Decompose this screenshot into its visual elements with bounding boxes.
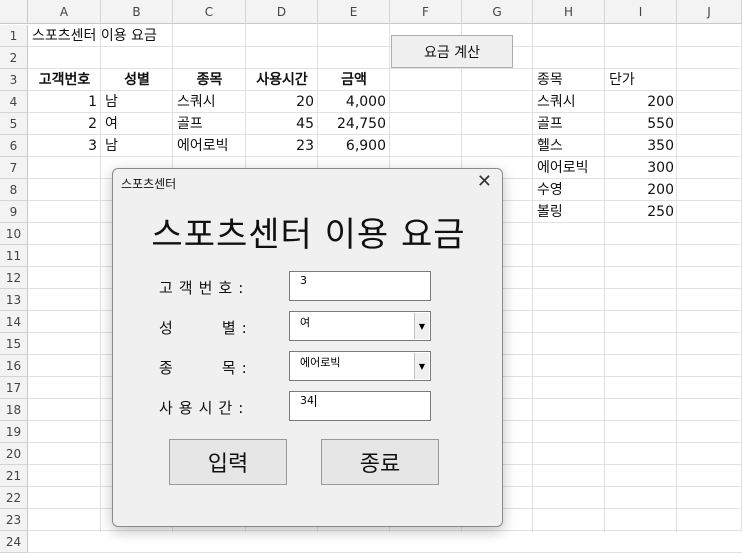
- row-header-15[interactable]: 15: [0, 333, 28, 355]
- header-amount[interactable]: 금액: [318, 69, 390, 91]
- price-sport-4[interactable]: 에어로빅: [533, 157, 605, 179]
- column-header-j[interactable]: J: [677, 0, 742, 24]
- gridline-horizontal: [28, 530, 742, 531]
- row-header-2[interactable]: 2: [0, 47, 28, 69]
- record-1-customer-no[interactable]: 1: [28, 91, 101, 113]
- exit-button[interactable]: 종료: [321, 439, 439, 485]
- column-header-h[interactable]: H: [533, 0, 605, 24]
- select-all-corner[interactable]: [0, 0, 28, 24]
- column-header-c[interactable]: C: [173, 0, 246, 24]
- record-2-amount[interactable]: 24,750: [318, 113, 390, 135]
- price-value-2[interactable]: 550: [605, 113, 678, 135]
- row-header-19[interactable]: 19: [0, 421, 28, 443]
- column-header-b[interactable]: B: [101, 0, 173, 24]
- row-header-22[interactable]: 22: [0, 487, 28, 509]
- row-header-10[interactable]: 10: [0, 223, 28, 245]
- record-3-customer-no[interactable]: 3: [28, 135, 101, 157]
- row-header-18[interactable]: 18: [0, 399, 28, 421]
- row-header-4[interactable]: 4: [0, 91, 28, 113]
- column-header-f[interactable]: F: [390, 0, 462, 24]
- row-header-8[interactable]: 8: [0, 179, 28, 201]
- column-header-a[interactable]: A: [28, 0, 101, 24]
- header-sport[interactable]: 종목: [173, 69, 246, 91]
- record-2-customer-no[interactable]: 2: [28, 113, 101, 135]
- row-header-13[interactable]: 13: [0, 289, 28, 311]
- record-2-usage-time[interactable]: 45: [246, 113, 318, 135]
- close-icon[interactable]: ✕: [477, 171, 492, 192]
- label-usage-time: 사용시간:: [159, 399, 250, 417]
- customer-no-input[interactable]: 3: [289, 271, 431, 301]
- header-gender[interactable]: 성별: [101, 69, 173, 91]
- row-header-7[interactable]: 7: [0, 157, 28, 179]
- column-header-d[interactable]: D: [246, 0, 318, 24]
- row-header-24[interactable]: 24: [0, 531, 28, 553]
- record-1-sport[interactable]: 스쿼시: [173, 91, 246, 113]
- price-sport-3[interactable]: 헬스: [533, 135, 605, 157]
- header-customer-no[interactable]: 고객번호: [28, 69, 101, 91]
- row-header-20[interactable]: 20: [0, 443, 28, 465]
- row-header-21[interactable]: 21: [0, 465, 28, 487]
- row-header-6[interactable]: 6: [0, 135, 28, 157]
- gender-value: 여: [300, 316, 311, 329]
- column-header-e[interactable]: E: [318, 0, 390, 24]
- dialog-heading: 스포츠센터 이용 요금: [151, 215, 466, 255]
- record-1-amount[interactable]: 4,000: [318, 91, 390, 113]
- record-2-gender[interactable]: 여: [101, 113, 173, 135]
- customer-no-value: 3: [300, 274, 307, 287]
- record-2-sport[interactable]: 골프: [173, 113, 246, 135]
- price-header-unit-price[interactable]: 단가: [605, 69, 677, 91]
- sport-combobox[interactable]: 에어로빅 ▼: [289, 351, 431, 381]
- row-header-1[interactable]: 1: [0, 25, 28, 47]
- price-value-6[interactable]: 250: [605, 201, 678, 223]
- price-value-1[interactable]: 200: [605, 91, 678, 113]
- header-usage-time[interactable]: 사용시간: [246, 69, 318, 91]
- text-caret: [315, 395, 316, 407]
- price-value-4[interactable]: 300: [605, 157, 678, 179]
- price-sport-6[interactable]: 볼링: [533, 201, 605, 223]
- record-1-usage-time[interactable]: 20: [246, 91, 318, 113]
- label-gender: 성 별:: [159, 319, 253, 337]
- chevron-down-icon: ▼: [418, 321, 426, 331]
- row-header-12[interactable]: 12: [0, 267, 28, 289]
- sport-value: 에어로빅: [300, 356, 341, 369]
- row-header-5[interactable]: 5: [0, 113, 28, 135]
- row-header-16[interactable]: 16: [0, 355, 28, 377]
- sports-center-dialog: 스포츠센터 ✕ 스포츠센터 이용 요금 고객번호: 3 성 별: 여 ▼ 종 목…: [112, 168, 503, 527]
- price-sport-1[interactable]: 스쿼시: [533, 91, 605, 113]
- record-3-gender[interactable]: 남: [101, 135, 173, 157]
- price-value-5[interactable]: 200: [605, 179, 678, 201]
- usage-time-input[interactable]: 34: [289, 391, 431, 421]
- price-value-3[interactable]: 350: [605, 135, 678, 157]
- usage-time-value: 34: [300, 394, 314, 407]
- calculate-fee-button[interactable]: 요금 계산: [391, 35, 513, 68]
- record-3-amount[interactable]: 6,900: [318, 135, 390, 157]
- row-header-9[interactable]: 9: [0, 201, 28, 223]
- sport-dropdown-icon[interactable]: ▼: [414, 353, 429, 379]
- row-header-23[interactable]: 23: [0, 509, 28, 531]
- label-customer-no: 고객번호:: [159, 279, 250, 297]
- price-sport-2[interactable]: 골프: [533, 113, 605, 135]
- record-3-usage-time[interactable]: 23: [246, 135, 318, 157]
- record-1-gender[interactable]: 남: [101, 91, 173, 113]
- column-header-g[interactable]: G: [462, 0, 533, 24]
- record-3-sport[interactable]: 에어로빅: [173, 135, 246, 157]
- chevron-down-icon: ▼: [418, 361, 426, 371]
- price-header-sport[interactable]: 종목: [533, 69, 605, 91]
- gender-combobox[interactable]: 여 ▼: [289, 311, 431, 341]
- price-sport-5[interactable]: 수영: [533, 179, 605, 201]
- dialog-title: 스포츠센터: [121, 177, 177, 191]
- label-sport: 종 목:: [159, 359, 253, 377]
- sheet-title[interactable]: 스포츠센터 이용 요금: [28, 25, 161, 47]
- input-button[interactable]: 입력: [169, 439, 287, 485]
- column-header-i[interactable]: I: [605, 0, 677, 24]
- row-header-3[interactable]: 3: [0, 69, 28, 91]
- row-header-17[interactable]: 17: [0, 377, 28, 399]
- row-header-14[interactable]: 14: [0, 311, 28, 333]
- row-header-11[interactable]: 11: [0, 245, 28, 267]
- gender-dropdown-icon[interactable]: ▼: [414, 313, 429, 339]
